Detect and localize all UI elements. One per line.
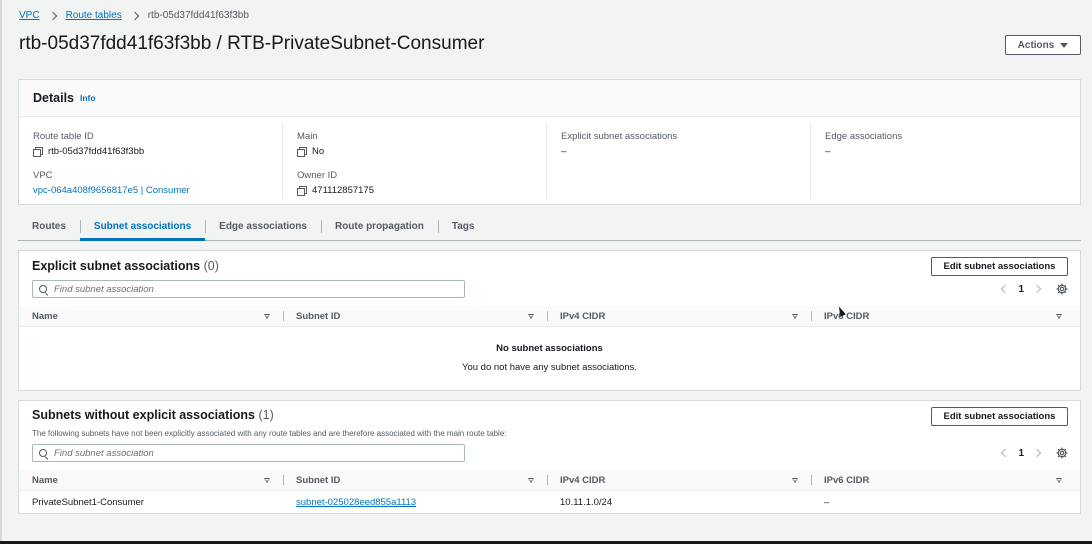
column-ipv6-cidr[interactable]: IPv6 CIDR — [811, 306, 1075, 326]
subnets-pagination: 1 — [1001, 447, 1068, 459]
details-header: Details Info — [19, 80, 1080, 117]
sort-icon[interactable] — [1056, 477, 1062, 483]
explicit-associations-label: Explicit subnet associations — [561, 131, 678, 142]
empty-state: No subnet associations You do not have a… — [19, 343, 1080, 373]
actions-label: Actions — [1017, 39, 1055, 51]
chevron-right-icon — [130, 11, 139, 20]
column-subnet-id[interactable]: Subnet ID — [283, 306, 547, 326]
explicit-associations-panel: Explicit subnet associations (0) Edit su… — [18, 250, 1081, 391]
cell-subnet-id: subnet-025028eed855a1113 — [283, 492, 547, 513]
left-edge — [0, 0, 2, 544]
column-ipv6-cidr[interactable]: IPv6 CIDR — [811, 470, 1075, 490]
edit-subnet-associations-button[interactable]: Edit subnet associations — [931, 407, 1068, 426]
search-icon — [39, 284, 48, 294]
details-col-4: Edge associations – — [811, 123, 1075, 199]
subnets-search-input[interactable] — [54, 447, 454, 459]
explicit-search-input[interactable] — [54, 283, 454, 295]
empty-title: No subnet associations — [496, 343, 603, 354]
gear-icon[interactable] — [1056, 447, 1068, 459]
tab-routes[interactable]: Routes — [18, 213, 80, 240]
details-col-3: Explicit subnet associations – — [547, 123, 811, 199]
route-table-id-label: Route table ID — [33, 131, 94, 142]
chevron-right-icon — [48, 11, 57, 20]
breadcrumb-route-tables[interactable]: Route tables — [66, 10, 122, 21]
cell-name: PrivateSubnet1-Consumer — [32, 497, 144, 508]
tab-route-propagation[interactable]: Route propagation — [320, 213, 438, 240]
tab-bar: Routes Subnet associations Edge associat… — [18, 213, 1081, 241]
table-row: PrivateSubnet1-Consumer subnet-025028eed… — [19, 492, 1080, 513]
sort-icon[interactable] — [1056, 313, 1062, 319]
column-ipv4-cidr[interactable]: IPv4 CIDR — [547, 470, 811, 490]
sort-icon[interactable] — [792, 477, 798, 483]
sort-icon[interactable] — [792, 313, 798, 319]
details-col-1: Route table ID rtb-05d37fdd41f63f3bb VPC… — [19, 123, 283, 199]
explicit-title: Explicit subnet associations (0) — [32, 259, 219, 273]
tab-tags[interactable]: Tags — [437, 213, 489, 240]
subnets-title-text: Subnets without explicit associations — [32, 408, 255, 422]
vpc-link[interactable]: vpc-064a408f9656817e5 | Consumer — [33, 185, 190, 196]
column-name[interactable]: Name — [19, 306, 283, 326]
tab-subnet-associations[interactable]: Subnet associations — [79, 213, 206, 241]
subnets-without-associations-panel: Subnets without explicit associations (1… — [18, 400, 1081, 514]
page-title: rtb-05d37fdd41f63f3bb / RTB-PrivateSubne… — [19, 33, 485, 54]
vpc-label: VPC — [33, 170, 53, 181]
owner-id-value: 471112857175 — [312, 185, 374, 196]
subnet-id-link[interactable]: subnet-025028eed855a1113 — [296, 497, 416, 508]
column-subnet-id[interactable]: Subnet ID — [283, 470, 547, 490]
edit-subnet-associations-button[interactable]: Edit subnet associations — [931, 257, 1068, 276]
subnets-description: The following subnets have not been expl… — [32, 429, 507, 438]
main-value: No — [312, 146, 325, 157]
main-label: Main — [297, 131, 318, 142]
breadcrumb: VPC Route tables rtb-05d37fdd41f63f3bb — [19, 10, 249, 21]
tab-edge-associations[interactable]: Edge associations — [205, 213, 321, 240]
route-table-id-value: rtb-05d37fdd41f63f3bb — [48, 146, 145, 157]
edge-associations-value: – — [825, 146, 831, 157]
cell-ipv6-cidr: – — [824, 497, 830, 508]
explicit-associations-value: – — [561, 146, 567, 157]
owner-id-label: Owner ID — [297, 170, 338, 181]
search-icon — [39, 448, 48, 458]
copy-icon[interactable] — [33, 147, 43, 157]
details-grid: Route table ID rtb-05d37fdd41f63f3bb VPC… — [19, 117, 1080, 205]
chevron-right-icon[interactable] — [1032, 448, 1042, 458]
explicit-title-text: Explicit subnet associations — [32, 259, 201, 273]
cell-ipv4-cidr: 10.11.1.0/24 — [560, 497, 613, 508]
edge-associations-label: Edge associations — [825, 131, 903, 142]
explicit-page-number[interactable]: 1 — [1018, 284, 1024, 295]
details-col-2: Main No Owner ID 471112857175 — [283, 123, 547, 199]
sort-icon[interactable] — [528, 313, 534, 319]
explicit-search[interactable] — [32, 280, 465, 298]
empty-description: You do not have any subnet associations. — [462, 362, 637, 373]
caret-down-icon — [1060, 42, 1069, 48]
explicit-table-header: Name Subnet ID IPv4 CIDR IPv6 CIDR — [19, 306, 1080, 327]
column-name[interactable]: Name — [19, 470, 283, 490]
subnets-table-header: Name Subnet ID IPv4 CIDR IPv6 CIDR — [19, 470, 1080, 491]
column-ipv4-cidr[interactable]: IPv4 CIDR — [547, 306, 811, 326]
subnets-count: (1) — [258, 408, 274, 422]
breadcrumb-current: rtb-05d37fdd41f63f3bb — [147, 10, 249, 21]
subnets-search[interactable] — [32, 444, 465, 462]
actions-button[interactable]: Actions — [1005, 35, 1081, 55]
explicit-pagination: 1 — [1001, 283, 1068, 295]
subnets-page-number[interactable]: 1 — [1018, 448, 1024, 459]
chevron-left-icon[interactable] — [1001, 448, 1010, 458]
gear-icon[interactable] — [1056, 283, 1068, 295]
sort-icon[interactable] — [528, 477, 534, 483]
copy-icon[interactable] — [297, 147, 307, 157]
copy-icon[interactable] — [297, 186, 307, 196]
chevron-right-icon[interactable] — [1032, 284, 1042, 294]
details-panel: Details Info Route table ID rtb-05d37fdd… — [18, 79, 1081, 205]
details-heading: Details — [33, 91, 74, 105]
subnets-title: Subnets without explicit associations (1… — [32, 408, 274, 422]
info-link[interactable]: Info — [80, 93, 96, 103]
chevron-left-icon[interactable] — [1001, 284, 1010, 294]
breadcrumb-vpc[interactable]: VPC — [19, 10, 40, 21]
sort-icon[interactable] — [264, 477, 270, 483]
sort-icon[interactable] — [264, 313, 270, 319]
explicit-count: (0) — [203, 259, 219, 273]
